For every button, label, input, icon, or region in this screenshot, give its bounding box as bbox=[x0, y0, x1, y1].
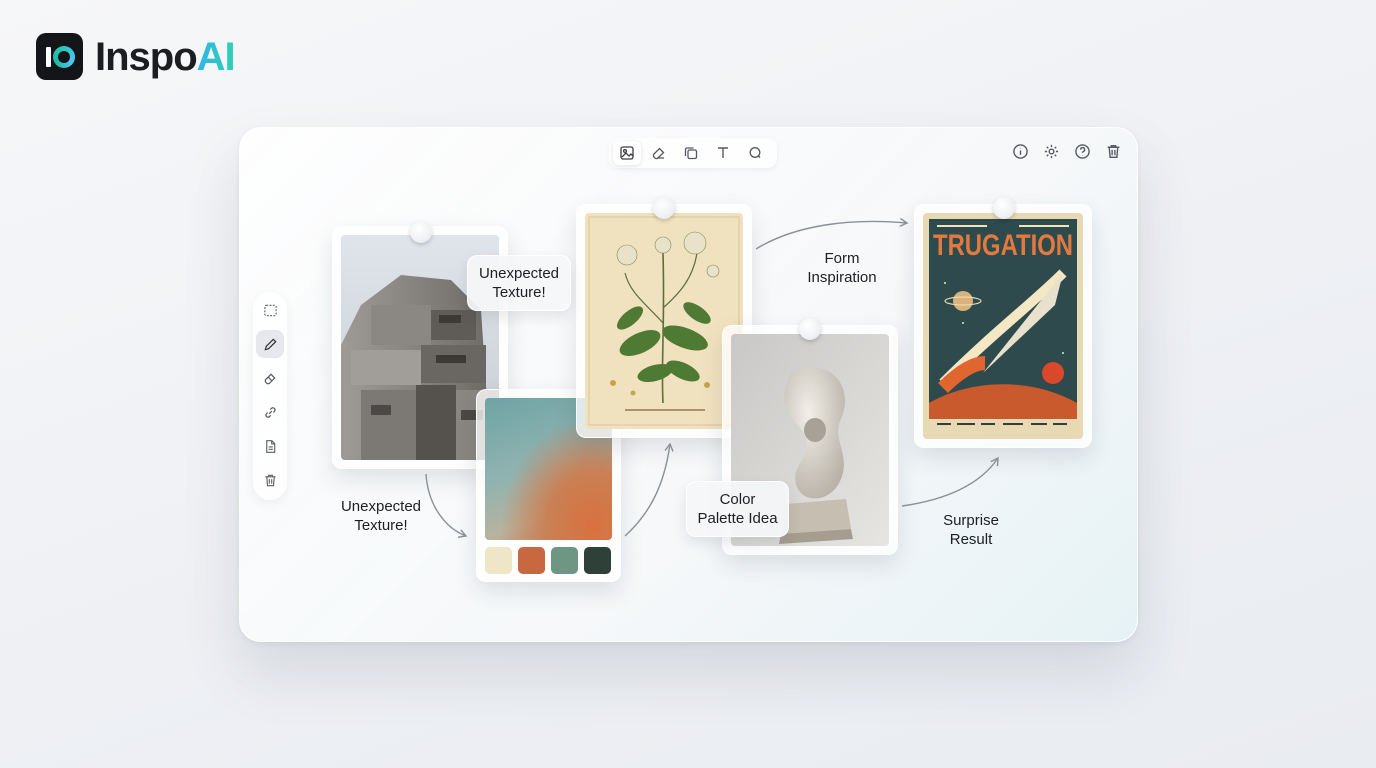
pin-icon bbox=[410, 221, 432, 243]
bubble-text: Unexpected Texture! bbox=[478, 265, 560, 301]
botanical-illustration-image bbox=[585, 213, 743, 429]
panel-actions bbox=[1011, 142, 1123, 161]
label-unexpected-texture: Unexpected Texture! bbox=[340, 498, 422, 534]
link-icon[interactable] bbox=[256, 398, 284, 426]
help-icon[interactable] bbox=[1073, 142, 1092, 161]
logo-wordmark: InspoAI bbox=[95, 34, 236, 79]
left-sidebar bbox=[253, 292, 287, 500]
label-bubble-color-palette: Color Palette Idea bbox=[686, 481, 789, 537]
top-toolbar bbox=[609, 138, 777, 168]
logo-text-accent: AI bbox=[196, 34, 236, 79]
pin-icon bbox=[799, 318, 821, 340]
pin-icon bbox=[993, 197, 1015, 219]
logo-text-primary: Inspo bbox=[95, 34, 198, 79]
pencil-icon[interactable] bbox=[256, 330, 284, 358]
label-surprise-result: Surprise Result bbox=[943, 512, 999, 548]
pin-icon bbox=[653, 197, 675, 219]
palette-swatch-1[interactable] bbox=[485, 547, 512, 574]
lasso-icon[interactable] bbox=[741, 141, 769, 165]
palette-swatch-3[interactable] bbox=[551, 547, 578, 574]
label-form-inspiration: Form Inspiration bbox=[807, 250, 877, 286]
retro-space-poster-image: TRUGATION bbox=[923, 213, 1083, 439]
text-icon[interactable] bbox=[709, 141, 737, 165]
label-bubble-unexpected-texture: Unexpected Texture! bbox=[467, 255, 571, 311]
image-collage-icon[interactable] bbox=[613, 141, 641, 165]
info-icon[interactable] bbox=[1011, 142, 1030, 161]
trash-icon[interactable] bbox=[256, 466, 284, 494]
document-icon[interactable] bbox=[256, 432, 284, 460]
gear-icon[interactable] bbox=[1042, 142, 1061, 161]
inspoai-logo-icon bbox=[36, 33, 83, 80]
marquee-select-icon[interactable] bbox=[256, 296, 284, 324]
eraser-icon[interactable] bbox=[645, 141, 673, 165]
eraser-icon[interactable] bbox=[256, 364, 284, 392]
trash-icon[interactable] bbox=[1104, 142, 1123, 161]
copy-icon[interactable] bbox=[677, 141, 705, 165]
palette-swatch-4[interactable] bbox=[584, 547, 611, 574]
app-logo: InspoAI bbox=[36, 33, 236, 80]
bubble-text: Color Palette Idea bbox=[697, 491, 778, 527]
palette-swatch-2[interactable] bbox=[518, 547, 545, 574]
poster-image-card[interactable]: TRUGATION bbox=[914, 197, 1092, 448]
poster-title: TRUGATION bbox=[933, 229, 1073, 262]
